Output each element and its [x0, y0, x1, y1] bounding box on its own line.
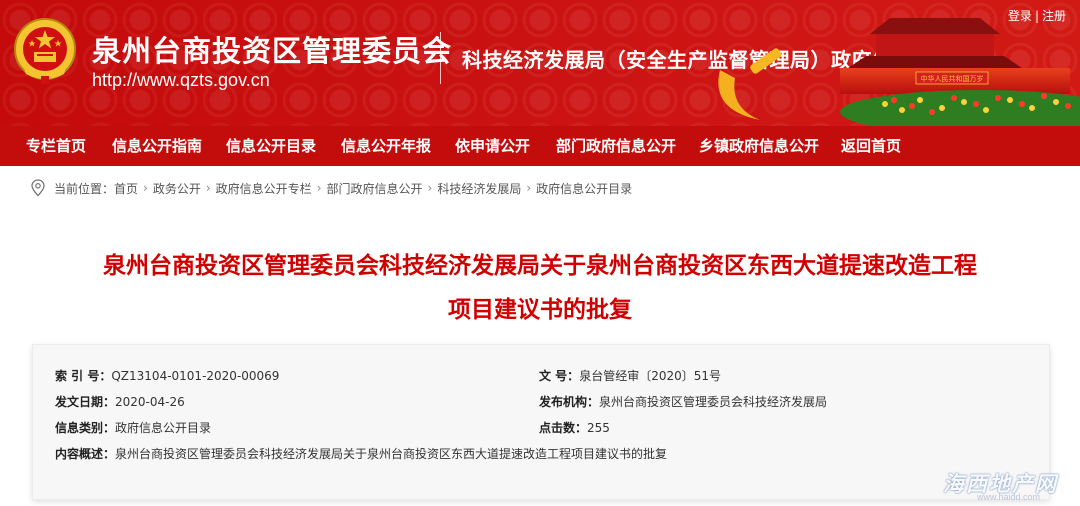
breadcrumb: 当前位置： 首页 › 政务公开 › 政府信息公开专栏 › 部门政府信息公开 › … — [30, 178, 632, 198]
login-link[interactable]: 登录 — [1008, 9, 1032, 23]
meta-value: 泉台管经审〔2020〕51号 — [579, 369, 721, 383]
site-url[interactable]: http://www.qzts.gov.cn — [92, 70, 270, 91]
meta-label: 发文日期： — [55, 395, 116, 409]
nav-item-disclosure-guide[interactable]: 信息公开指南 — [112, 126, 202, 166]
meta-label: 索 引 号： — [55, 369, 112, 383]
meta-summary: 内容概述：泉州台商投资区管理委员会科技经济发展局关于泉州台商投资区东西大道提速改… — [55, 445, 667, 462]
meta-label: 内容概述： — [55, 447, 116, 461]
article-title-line-1: 泉州台商投资区管理委员会科技经济发展局关于泉州台商投资区东西大道提速改造工程 — [103, 253, 977, 279]
meta-label: 点击数： — [539, 421, 588, 435]
nav-item-column-home[interactable]: 专栏首页 — [26, 126, 86, 166]
meta-label: 发布机构： — [539, 395, 600, 409]
document-meta-box: 索 引 号：QZ13104-0101-2020-00069 文 号：泉台管经审〔… — [32, 344, 1050, 500]
header-divider — [440, 32, 441, 84]
map-pin-icon — [31, 179, 45, 197]
header-banner: 泉州台商投资区管理委员会 http://www.qzts.gov.cn 科技经济… — [0, 0, 1080, 126]
gate-sign: 中华人民共和国万岁 — [921, 74, 984, 83]
meta-category: 信息类别：政府信息公开目录 — [55, 419, 211, 436]
meta-value: 政府信息公开目录 — [115, 421, 212, 435]
nav-item-back-home[interactable]: 返回首页 — [841, 126, 901, 166]
nav-item-disclosure-catalog[interactable]: 信息公开目录 — [226, 126, 316, 166]
register-link[interactable]: 注册 — [1042, 9, 1066, 23]
breadcrumb-separator: › — [205, 181, 211, 195]
breadcrumb-item-disclosure-catalog[interactable]: 政府信息公开目录 — [536, 180, 632, 197]
nav-item-on-request[interactable]: 依申请公开 — [455, 126, 530, 166]
breadcrumb-item-tech-economy-bureau[interactable]: 科技经济发展局 — [437, 180, 521, 197]
national-emblem-icon — [14, 18, 76, 84]
breadcrumb-separator: › — [143, 181, 148, 195]
main-nav: 专栏首页 信息公开指南 信息公开目录 信息公开年报 依申请公开 部门政府信息公开… — [0, 126, 1080, 166]
meta-issue-date: 发文日期：2020-04-26 — [55, 393, 185, 410]
auth-separator: | — [1034, 9, 1039, 23]
nav-item-town-disclosure[interactable]: 乡镇政府信息公开 — [699, 126, 819, 166]
breadcrumb-item-department-disclosure[interactable]: 部门政府信息公开 — [327, 180, 423, 197]
breadcrumb-item-disclosure-column[interactable]: 政府信息公开专栏 — [216, 180, 312, 197]
breadcrumb-item-home[interactable]: 首页 — [114, 180, 138, 197]
breadcrumb-separator: › — [316, 181, 322, 195]
breadcrumb-prefix: 当前位置： — [54, 181, 115, 196]
breadcrumb-separator: › — [526, 181, 532, 195]
article-title-line-2: 项目建议书的批复 — [448, 297, 632, 323]
article-title: 泉州台商投资区管理委员会科技经济发展局关于泉州台商投资区东西大道提速改造工程 项… — [20, 244, 1060, 332]
auth-links: 登录 | 注册 — [1008, 7, 1066, 24]
breadcrumb-item-gov-affairs[interactable]: 政务公开 — [153, 180, 201, 197]
meta-index-number: 索 引 号：QZ13104-0101-2020-00069 — [55, 367, 279, 384]
meta-document-number: 文 号：泉台管经审〔2020〕51号 — [539, 367, 721, 384]
meta-click-count: 点击数：255 — [539, 419, 610, 436]
meta-issuer: 发布机构：泉州台商投资区管理委员会科技经济发展局 — [539, 393, 827, 410]
meta-label: 信息类别： — [55, 421, 116, 435]
meta-value: 2020-04-26 — [115, 395, 185, 409]
meta-label: 文 号： — [539, 369, 580, 383]
nav-item-annual-report[interactable]: 信息公开年报 — [341, 126, 431, 166]
meta-value: 泉州台商投资区管理委员会科技经济发展局 — [599, 395, 828, 409]
nav-item-department-disclosure[interactable]: 部门政府信息公开 — [556, 126, 676, 166]
meta-value: QZ13104-0101-2020-00069 — [111, 369, 280, 383]
breadcrumb-separator: › — [427, 181, 433, 195]
watermark-url: www.haidd.com — [976, 492, 1040, 502]
meta-value: 泉州台商投资区管理委员会科技经济发展局关于泉州台商投资区东西大道提速改造工程项目… — [115, 447, 668, 461]
site-title: 泉州台商投资区管理委员会 — [92, 34, 453, 68]
meta-value: 255 — [587, 421, 610, 435]
